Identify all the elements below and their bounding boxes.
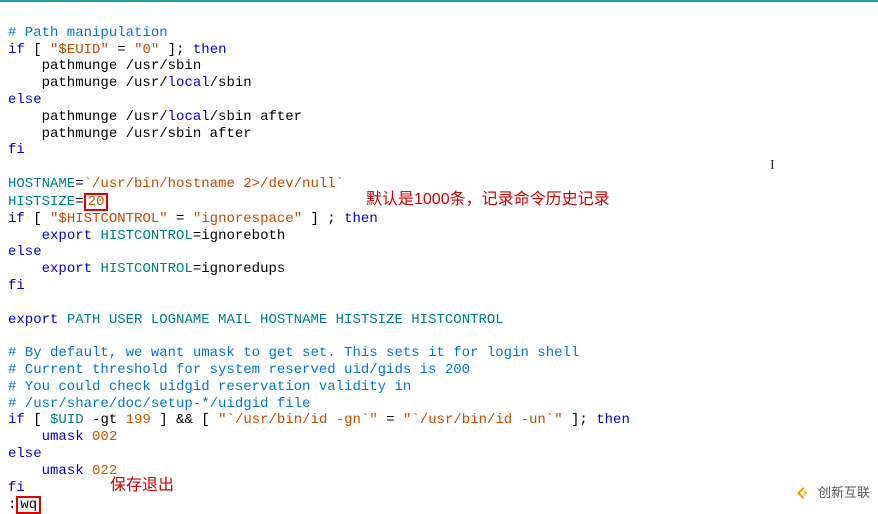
text: pathmunge /usr/ xyxy=(8,109,168,125)
text xyxy=(8,228,42,244)
text-cursor-icon: I xyxy=(770,158,775,175)
highlight-box-wq: wq xyxy=(16,496,41,514)
text: = xyxy=(378,412,403,428)
keyword-local: local xyxy=(168,75,210,91)
text xyxy=(84,463,92,479)
annotation-save-exit: 保存退出 xyxy=(110,476,174,495)
keyword-if: if xyxy=(8,42,25,58)
var-list: PATH USER LOGNAME MAIL HOSTNAME HISTSIZE… xyxy=(67,312,504,328)
backtick-string: `/usr/bin/hostname 2>/dev/null` xyxy=(84,176,344,192)
keyword-export: export xyxy=(42,228,92,244)
text: ] ; xyxy=(302,211,344,227)
text: /sbin after xyxy=(210,109,302,125)
var-hostname: HOSTNAME xyxy=(8,176,75,192)
text: pathmunge /usr/ xyxy=(8,75,168,91)
highlight-box-histsize: 20 xyxy=(84,193,109,211)
var-histcontrol: HISTCONTROL xyxy=(100,228,192,244)
keyword-if: if xyxy=(8,211,25,227)
annotation-histsize: 默认是1000条，记录命令历史记录 xyxy=(366,190,610,209)
text: pathmunge /usr/sbin after xyxy=(8,126,252,142)
operator-and: && xyxy=(176,412,193,428)
watermark-logo-icon xyxy=(794,484,812,502)
keyword-then: then xyxy=(344,211,378,227)
keyword-export: export xyxy=(8,312,58,328)
keyword-umask: umask xyxy=(42,429,84,445)
text: [ xyxy=(193,412,218,428)
text xyxy=(8,429,42,445)
keyword-fi: fi xyxy=(8,142,25,158)
text xyxy=(8,261,42,277)
keyword-fi: fi xyxy=(8,480,25,496)
text: -gt xyxy=(84,412,126,428)
text: [ xyxy=(25,412,50,428)
var-histcontrol: HISTCONTROL xyxy=(100,261,192,277)
keyword-else: else xyxy=(8,92,42,108)
keyword-fi: fi xyxy=(8,278,25,294)
keyword-umask: umask xyxy=(42,463,84,479)
number: 20 xyxy=(88,194,105,210)
text: = xyxy=(109,42,134,58)
command-wq: wq xyxy=(20,497,37,513)
keyword-if: if xyxy=(8,412,25,428)
comment-line: # Current threshold for system reserved … xyxy=(8,362,470,378)
text: [ xyxy=(25,211,50,227)
text: = xyxy=(75,176,83,192)
var-uid: $UID xyxy=(50,412,84,428)
string: "$HISTCONTROL" xyxy=(50,211,168,227)
text: ]; xyxy=(159,42,193,58)
text xyxy=(8,463,42,479)
string: "`/usr/bin/id -un`" xyxy=(403,412,563,428)
string: "ignorespace" xyxy=(193,211,302,227)
text: =ignoreboth xyxy=(193,228,285,244)
watermark-text: 创新互联 xyxy=(818,485,870,501)
text xyxy=(58,312,66,328)
keyword-then: then xyxy=(193,42,227,58)
keyword-then: then xyxy=(596,412,630,428)
text: ]; xyxy=(563,412,597,428)
string: "$EUID" xyxy=(50,42,109,58)
comment-line: # Path manipulation xyxy=(8,25,168,41)
code-editor-content: # Path manipulation if [ "$EUID" = "0" ]… xyxy=(0,2,878,514)
keyword-else: else xyxy=(8,244,42,260)
number: 199 xyxy=(126,412,151,428)
string: "`/usr/bin/id -gn`" xyxy=(218,412,378,428)
comment-line: # By default, we want umask to get set. … xyxy=(8,345,579,361)
text xyxy=(84,429,92,445)
text: = xyxy=(75,194,83,210)
keyword-else: else xyxy=(8,446,42,462)
watermark: 创新互联 xyxy=(794,484,870,502)
string: "0" xyxy=(134,42,159,58)
number: 002 xyxy=(92,429,117,445)
keyword-export: export xyxy=(42,261,92,277)
text: ] xyxy=(151,412,176,428)
text: pathmunge /usr/sbin xyxy=(8,58,201,74)
text: = xyxy=(168,211,193,227)
text: : xyxy=(8,497,16,513)
comment-line: # /usr/share/doc/setup-*/uidgid file xyxy=(8,396,310,412)
comment-line: # You could check uidgid reservation val… xyxy=(8,379,411,395)
text: =ignoredups xyxy=(193,261,285,277)
text: /sbin xyxy=(210,75,252,91)
var-histsize: HISTSIZE xyxy=(8,194,75,210)
keyword-local: local xyxy=(168,109,210,125)
text: [ xyxy=(25,42,50,58)
